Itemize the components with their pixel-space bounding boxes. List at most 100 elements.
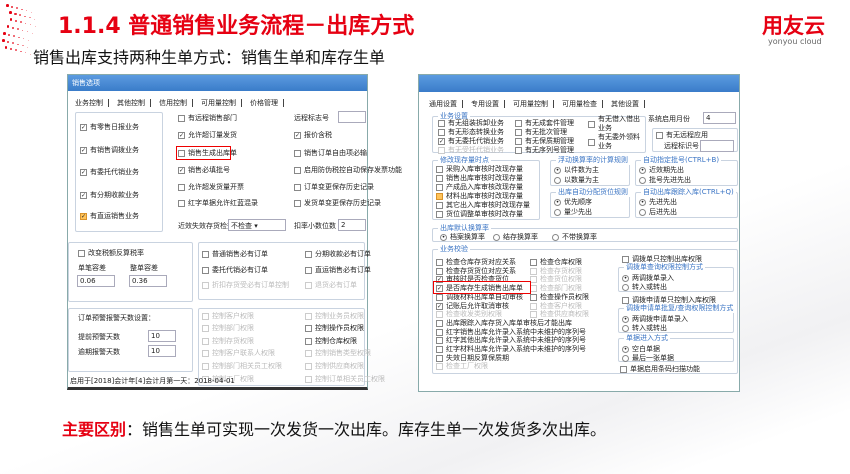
- checkbox-18[interactable]: 货位调整单审核时改存量: [436, 210, 523, 219]
- input-field[interactable]: 0.36: [129, 275, 167, 287]
- checkbox-icon[interactable]: [530, 311, 537, 319]
- checkbox-5[interactable]: 有远程销售部门: [178, 114, 237, 123]
- checkbox-icon[interactable]: [436, 337, 443, 345]
- checkbox-icon[interactable]: [202, 282, 209, 289]
- radio-19[interactable]: • 以件数为主: [554, 166, 599, 175]
- checkbox-40[interactable]: 红字材料出库允许录入系统中未维护的序列号: [436, 345, 586, 354]
- radio-icon[interactable]: [554, 209, 561, 216]
- checkbox-icon[interactable]: [438, 129, 445, 136]
- radio-22[interactable]: 批号先进先出: [639, 176, 691, 185]
- checkbox-icon[interactable]: [436, 166, 443, 173]
- field-10[interactable]: 系统启用月份: [648, 115, 690, 124]
- checkbox-icon[interactable]: [515, 120, 522, 127]
- checkbox-39[interactable]: 红字其他出库允许录入系统中未维护的序列号: [436, 336, 586, 345]
- checkbox-icon[interactable]: [588, 138, 595, 146]
- checkbox-19[interactable]: 改变税额反算税率: [78, 249, 144, 258]
- radio-icon[interactable]: •: [622, 316, 629, 323]
- checkbox-47[interactable]: 检查操作员权限: [530, 293, 589, 302]
- checkbox-4[interactable]: 有无成套件管理: [515, 119, 574, 128]
- checkbox-icon[interactable]: [294, 167, 301, 174]
- radio-54[interactable]: • 两调拨申请单录入: [622, 315, 688, 324]
- checkbox-icon[interactable]: [620, 366, 627, 373]
- checkbox-icon[interactable]: [294, 200, 301, 207]
- checkbox-39[interactable]: 控制仓库权限: [305, 337, 357, 346]
- checkbox-9[interactable]: 有无委外领料业务: [588, 133, 643, 151]
- checkbox-icon[interactable]: [436, 259, 443, 266]
- checkbox-15[interactable]: 订单变更保存历史记录: [294, 183, 374, 192]
- checkbox-icon[interactable]: [436, 346, 443, 353]
- checkbox-15[interactable]: 产成品入库审核改现存量: [436, 183, 523, 192]
- checkbox-icon[interactable]: ✓: [80, 169, 87, 176]
- checkbox-14[interactable]: 启用防伪税控自动保存发票功能: [294, 166, 402, 175]
- checkbox-37[interactable]: 出库跟踪入库存货入库单审核后才能出库: [436, 319, 572, 328]
- checkbox-icon[interactable]: [436, 363, 443, 371]
- checkbox-icon[interactable]: [436, 193, 443, 200]
- checkbox-icon[interactable]: [515, 129, 522, 136]
- checkbox-22[interactable]: 普通销售必有订单: [202, 250, 268, 259]
- checkbox-icon[interactable]: [530, 259, 537, 266]
- radio-28[interactable]: 结存换算率: [493, 233, 538, 242]
- checkbox-icon[interactable]: [436, 211, 443, 218]
- checkbox-icon[interactable]: [438, 147, 445, 154]
- checkbox-icon[interactable]: ✓: [294, 132, 301, 139]
- checkbox-icon[interactable]: [436, 175, 443, 182]
- radio-icon[interactable]: [622, 355, 629, 362]
- checkbox-icon[interactable]: [294, 184, 301, 191]
- field-20[interactable]: 单笔容差: [78, 264, 106, 273]
- radio-icon[interactable]: •: [639, 199, 646, 206]
- checkbox-icon[interactable]: [202, 338, 209, 345]
- checkbox-icon[interactable]: [436, 267, 443, 275]
- radio-icon[interactable]: •: [554, 199, 561, 206]
- checkbox-8[interactable]: 有无借入借出业务: [588, 115, 643, 133]
- checkbox-0[interactable]: 有无组装拆卸业务: [438, 119, 504, 128]
- checkbox-12[interactable]: ✓ 报价含税: [294, 131, 332, 140]
- checkbox-14[interactable]: 销售出库审核时改现存量: [436, 174, 523, 183]
- radio-23[interactable]: • 优先顺序: [554, 198, 592, 207]
- checkbox-13[interactable]: 销售订单自由项必输: [294, 149, 367, 158]
- checkbox-icon[interactable]: [622, 256, 629, 263]
- checkbox-icon[interactable]: [515, 147, 522, 154]
- radio-icon[interactable]: [639, 209, 646, 216]
- checkbox-icon[interactable]: ✓: [80, 147, 87, 154]
- checkbox-icon[interactable]: [178, 184, 185, 191]
- radio-icon[interactable]: [552, 234, 559, 241]
- field-17[interactable]: 近效失效存货检查: [178, 222, 234, 231]
- field-18[interactable]: 扣率小数位数: [294, 222, 336, 231]
- field-30[interactable]: 逾期报警天数: [78, 348, 120, 357]
- radio-icon[interactable]: [622, 284, 629, 291]
- checkbox-2[interactable]: ✓ 有委托代销业务: [80, 168, 139, 177]
- radio-icon[interactable]: [639, 177, 646, 184]
- checkbox-icon[interactable]: [588, 120, 595, 128]
- radio-56[interactable]: • 空白单据: [622, 345, 660, 354]
- radio-29[interactable]: 不带换算率: [552, 233, 597, 242]
- checkbox-icon[interactable]: [530, 267, 537, 275]
- input-field[interactable]: 10: [148, 345, 176, 357]
- radio-icon[interactable]: •: [554, 167, 561, 174]
- radio-51[interactable]: • 两调拨单录入: [622, 274, 674, 283]
- radio-icon[interactable]: •: [622, 346, 629, 353]
- checkbox-1[interactable]: ✓ 有销售调拨业务: [80, 146, 139, 155]
- checkbox-icon[interactable]: [530, 276, 537, 284]
- checkbox-13[interactable]: 采购入库审核时改现存量: [436, 165, 523, 174]
- checkbox-23[interactable]: 分期收款必有订单: [305, 250, 371, 259]
- radio-52[interactable]: 转入或转出: [622, 283, 667, 292]
- checkbox-icon[interactable]: ✓: [178, 132, 185, 139]
- radio-57[interactable]: 最后一张单据: [622, 354, 674, 363]
- checkbox-icon[interactable]: [436, 319, 443, 327]
- checkbox-icon[interactable]: ✓: [80, 192, 87, 199]
- checkbox-icon[interactable]: [202, 267, 209, 274]
- checkbox-icon[interactable]: [178, 115, 185, 122]
- checkbox-icon[interactable]: [436, 293, 443, 301]
- checkbox-16[interactable]: 材料出库审核时改现存量: [436, 192, 523, 201]
- checkbox-17[interactable]: 其它出入库审核时改现存量: [436, 201, 530, 210]
- checkbox-34[interactable]: 调拨材料出库单自动审核: [436, 293, 523, 302]
- checkbox-icon[interactable]: [436, 202, 443, 209]
- tab-0[interactable]: 业务控制: [70, 99, 109, 107]
- radio-25[interactable]: • 先进先出: [639, 198, 677, 207]
- radio-icon[interactable]: [493, 234, 500, 241]
- checkbox-icon[interactable]: [305, 325, 312, 332]
- checkbox-icon[interactable]: [305, 251, 312, 258]
- radio-icon[interactable]: [622, 325, 629, 332]
- tab-1[interactable]: 专用设置: [466, 100, 505, 108]
- radio-55[interactable]: 转入或转出: [622, 324, 667, 333]
